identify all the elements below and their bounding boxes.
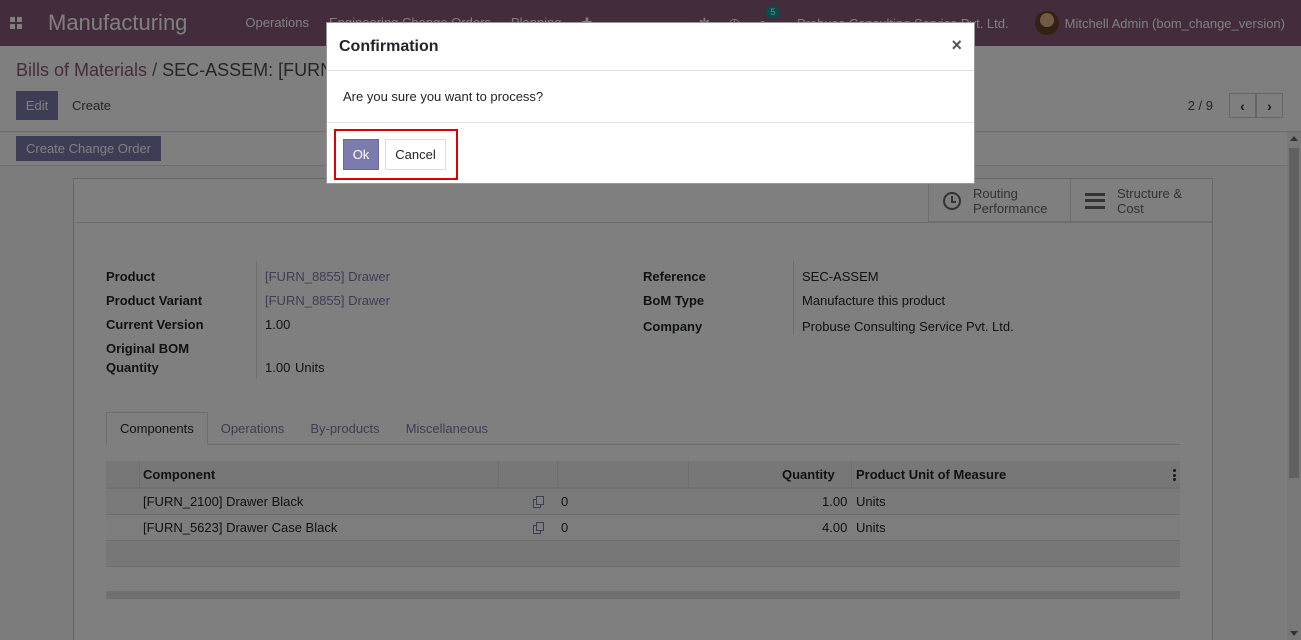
confirmation-dialog: Confirmation × Are you sure you want to … <box>326 22 975 184</box>
dialog-footer: Ok Cancel <box>327 123 974 184</box>
dialog-body: Are you sure you want to process? <box>327 71 974 123</box>
cancel-button[interactable]: Cancel <box>385 139 446 170</box>
close-icon[interactable]: × <box>951 35 962 56</box>
dialog-message: Are you sure you want to process? <box>343 89 544 104</box>
dialog-header: Confirmation × <box>327 23 974 71</box>
dialog-title: Confirmation <box>339 38 439 55</box>
ok-button[interactable]: Ok <box>343 139 379 170</box>
